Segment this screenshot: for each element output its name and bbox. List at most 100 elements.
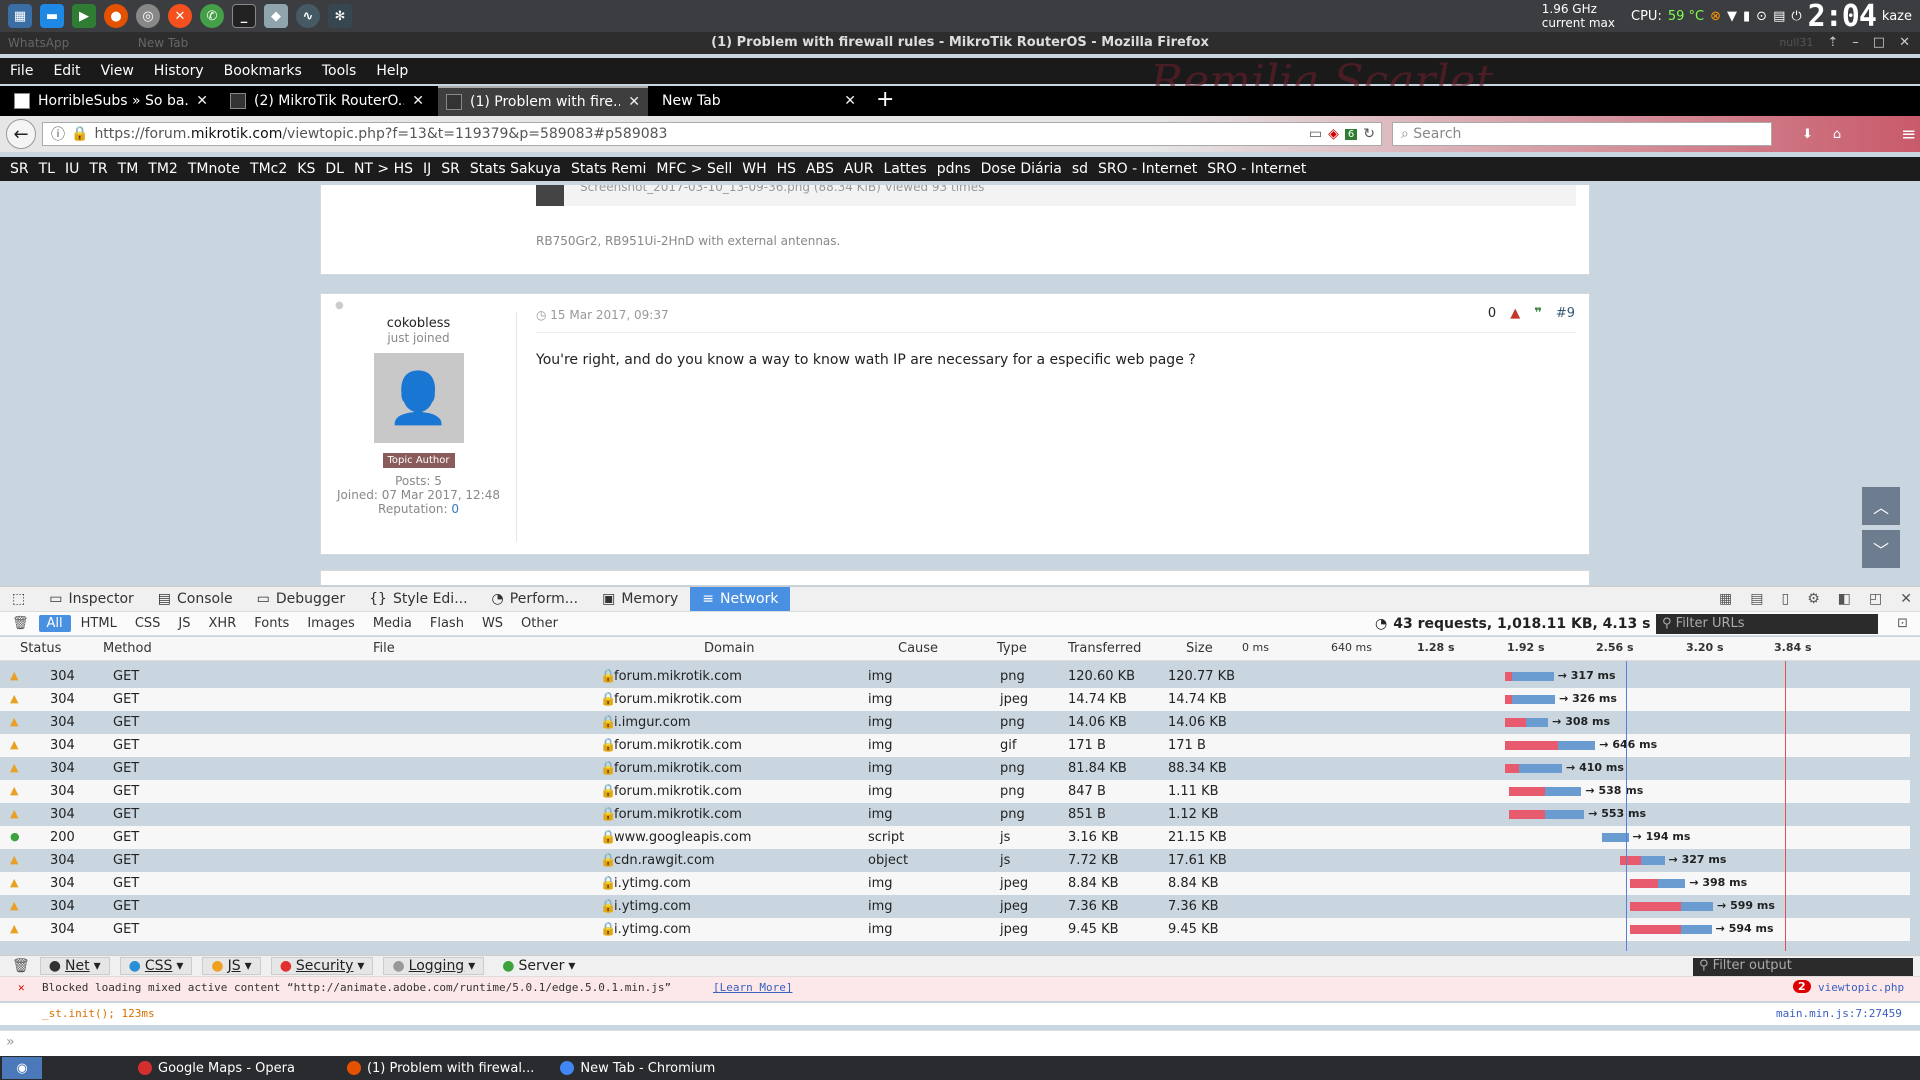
devtools-tab-inspector[interactable]: ▭ Inspector (37, 587, 146, 611)
filter-ws[interactable]: WS (474, 615, 511, 632)
tab-close-icon[interactable]: ✕ (412, 93, 424, 109)
tab-mikrotik[interactable]: (2) MikroTik RouterO... ✕ (222, 86, 432, 116)
filter-all[interactable]: All (38, 615, 71, 632)
console-input[interactable]: » (0, 1030, 1920, 1056)
devtools-tab-performance[interactable]: ◔ Perform... (480, 587, 591, 611)
bookmark[interactable]: ABS (806, 161, 834, 177)
col-status[interactable]: Status (20, 641, 61, 656)
bookmark[interactable]: pdns (937, 161, 971, 177)
table-row[interactable]: ▲304GET vMQeH7z.png🔒i.imgur.comimgpng14.… (0, 711, 1910, 734)
console-filter-css[interactable]: ● CSS ▾ (119, 957, 193, 975)
post-username[interactable]: cokobless (321, 316, 516, 331)
table-row[interactable]: ▲304GET run_prettify.js🔒cdn.rawgit.comob… (0, 849, 1910, 872)
table-row[interactable]: ▲304GET mqdefault.jpg🔒i.ytimg.comimgjpeg… (0, 895, 1910, 918)
taskbar-opera[interactable]: Google Maps - Opera (132, 1061, 301, 1076)
bookmark[interactable]: MFC > Sell (656, 161, 732, 177)
devtools-tab-console[interactable]: ▤ Console (146, 587, 245, 611)
bookmark[interactable]: IU (65, 161, 79, 177)
window-up-icon[interactable]: ⇡ (1827, 32, 1838, 54)
folder-icon[interactable]: ▬ (40, 4, 64, 28)
bookmark[interactable]: TM2 (148, 161, 178, 177)
filter-images[interactable]: Images (299, 615, 363, 632)
maximize-icon[interactable]: □ (1873, 32, 1885, 54)
close-app-icon[interactable]: ✕ (168, 4, 192, 28)
console-filter-js[interactable]: ● JS ▾ (202, 957, 261, 975)
quote-icon[interactable]: ❞ (1534, 306, 1542, 321)
devtools-tab-debugger[interactable]: ▭ Debugger (245, 587, 358, 611)
bookmark[interactable]: WH (742, 161, 766, 177)
reload-icon[interactable]: ↻ (1363, 126, 1375, 142)
info-icon[interactable]: ⓘ (51, 124, 65, 144)
devtools-tab-memory[interactable]: ▣ Memory (590, 587, 690, 611)
col-type[interactable]: Type (997, 641, 1027, 656)
bookmark[interactable]: SR (441, 161, 460, 177)
url-bar[interactable]: ⓘ 🔒 https://forum. mikrotik.com/viewtopic… (42, 122, 1382, 146)
bookmark[interactable]: AUR (844, 161, 874, 177)
har-icon[interactable]: ⊡ (1897, 616, 1908, 631)
apps-icon[interactable]: ▦ (8, 4, 32, 28)
whatsapp-icon[interactable]: ✆ (200, 4, 224, 28)
table-row[interactable]: ▲304GET right.png🔒forum.mikrotik.comimgp… (0, 803, 1910, 826)
log-source-link[interactable]: main.min.js:7:27459 (1776, 1007, 1902, 1020)
filter-urls-input[interactable]: ⚲ Filter URLs (1656, 614, 1878, 634)
menu-edit[interactable]: Edit (43, 63, 90, 79)
console-filter-security[interactable]: ● Security ▾ (270, 957, 374, 975)
pick-element-icon[interactable]: ⬚ (0, 587, 37, 611)
extension-icon[interactable]: ◈ (1328, 126, 1339, 142)
table-row[interactable]: ▲304GET ban.png🔒forum.mikrotik.comimgpng… (0, 665, 1910, 688)
learn-more-link[interactable]: [Learn More] (713, 981, 792, 994)
new-tab-button[interactable]: + (876, 86, 894, 116)
bookmark[interactable]: TL (39, 161, 55, 177)
console-filter-net[interactable]: ● Net ▾ (39, 957, 110, 975)
filter-js[interactable]: JS (170, 615, 198, 632)
bookmark[interactable]: Stats Remi (571, 161, 646, 177)
bookmark[interactable]: SRO - Internet (1098, 161, 1197, 177)
bookmark[interactable]: Lattes (883, 161, 926, 177)
tab-close-icon[interactable]: ✕ (844, 93, 856, 109)
reader-icon[interactable]: ▭ (1309, 126, 1322, 142)
menu-file[interactable]: File (0, 63, 43, 79)
minimize-icon[interactable]: – (1852, 32, 1859, 54)
table-row[interactable]: ▲304GET icon_sad.gif🔒forum.mikrotik.comi… (0, 734, 1910, 757)
filter-fonts[interactable]: Fonts (246, 615, 297, 632)
tray-icon[interactable]: ⊗ (1710, 9, 1721, 24)
attachment-thumb[interactable] (536, 185, 564, 206)
wifi-icon[interactable]: ▼ (1727, 9, 1737, 24)
bookmark[interactable]: DL (325, 161, 344, 177)
dock-side-icon[interactable]: ◧ (1838, 591, 1851, 607)
error-source-link[interactable]: viewtopic.php (1818, 981, 1904, 994)
tab-new[interactable]: New Tab ✕ (654, 86, 864, 116)
bookmark[interactable]: TMc2 (250, 161, 287, 177)
table-row[interactable]: ▲304GET file.php?id=27191🔒forum.mikrotik… (0, 757, 1910, 780)
chromium-icon[interactable]: ◎ (136, 4, 160, 28)
filter-html[interactable]: HTML (73, 615, 125, 632)
console-filter-server[interactable]: ● Server ▾ (494, 957, 583, 975)
filter-flash[interactable]: Flash (422, 615, 472, 632)
bookmark[interactable]: IJ (423, 161, 431, 177)
terminal-icon[interactable]: _ (232, 4, 256, 28)
col-size[interactable]: Size (1186, 641, 1213, 656)
scroll-up-button[interactable]: ︿ (1862, 487, 1900, 525)
home-icon[interactable]: ⌂ (1833, 127, 1841, 142)
tab-close-icon[interactable]: ✕ (196, 93, 208, 109)
hamburger-menu-icon[interactable]: ≡ (1901, 124, 1916, 145)
scroll-down-button[interactable]: ﹀ (1862, 530, 1900, 568)
col-file[interactable]: File (373, 641, 395, 656)
power-icon[interactable]: ⏻ (1791, 9, 1801, 24)
battery-icon[interactable]: ▮ (1743, 9, 1750, 24)
clear-trash-icon[interactable]: 🗑 (12, 616, 29, 631)
console-clear-icon[interactable]: 🗑 (12, 958, 30, 974)
bookmark[interactable]: TR (89, 161, 107, 177)
devtools-tab-network[interactable]: ≡ Network (690, 587, 791, 611)
table-row[interactable]: ▲304GET mqdefault.jpg🔒i.ytimg.comimgjpeg… (0, 872, 1910, 895)
firefox-icon[interactable]: ● (104, 4, 128, 28)
taskbar-firefox[interactable]: (1) Problem with firewal... (341, 1061, 540, 1076)
clipboard-icon[interactable]: ▤ (1773, 9, 1785, 24)
taskbar-chromium[interactable]: New Tab - Chromium (554, 1061, 721, 1076)
close-icon[interactable]: ✕ (1899, 32, 1910, 54)
table-row[interactable]: ▲304GET no_avatar.jpg🔒forum.mikrotik.com… (0, 688, 1910, 711)
download-icon[interactable]: ⬇ (1802, 127, 1813, 142)
undock-icon[interactable]: ◰ (1869, 591, 1882, 607)
avatar[interactable]: 👤 (373, 353, 464, 443)
settings-gear-icon[interactable]: ⚙ (1807, 591, 1820, 607)
